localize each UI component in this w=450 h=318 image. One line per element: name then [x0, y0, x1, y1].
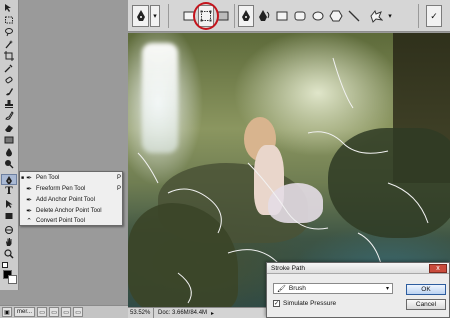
- stroke-path-dialog: Stroke Path x 🖌 Brush ▾ ✓ Simulate Press…: [266, 262, 450, 318]
- status-menu-arrow-icon[interactable]: ▸: [211, 310, 214, 317]
- separator: [234, 4, 235, 28]
- marquee-tool-icon[interactable]: [1, 14, 17, 25]
- move-tool-icon[interactable]: [1, 2, 17, 13]
- taskbar-window-icon[interactable]: ▭: [61, 307, 72, 317]
- flyout-item-label: Add Anchor Point Tool: [36, 197, 95, 203]
- dialog-title: Stroke Path: [267, 263, 449, 274]
- taskbar-window-icon[interactable]: ▭: [49, 307, 60, 317]
- eraser-icon[interactable]: [1, 122, 17, 133]
- pen-icon: ✒: [26, 175, 32, 182]
- flyout-item-shortcut: P: [116, 186, 121, 192]
- separator: [168, 4, 169, 28]
- separator: [418, 4, 419, 28]
- taskbar-window-icon[interactable]: ▭: [73, 307, 84, 317]
- taskbar-item-label: mer...: [17, 309, 33, 315]
- zoom-readout[interactable]: 53.52%: [128, 308, 154, 318]
- path-selection-icon[interactable]: [1, 198, 17, 209]
- start-icon[interactable]: ▣: [2, 307, 12, 317]
- flyout-item-convert-point-tool[interactable]: ⌃ Convert Point Tool: [20, 216, 122, 226]
- healing-brush-icon[interactable]: [1, 74, 17, 85]
- gradient-tool-icon[interactable]: [1, 134, 17, 145]
- lasso-tool-icon[interactable]: [1, 26, 17, 37]
- options-bar: ▾ ▾ ✓: [128, 0, 450, 32]
- rounded-rectangle-icon[interactable]: [292, 5, 308, 27]
- pen-tool-preset-icon[interactable]: [132, 5, 149, 27]
- flyout-item-pen-tool[interactable]: ■ ✒ Pen Tool P: [20, 173, 122, 183]
- crop-tool-icon[interactable]: [1, 50, 17, 61]
- taskbar-item[interactable]: mer...: [14, 307, 36, 317]
- doc-size-readout: Doc: 3.66M/84.4M: [158, 310, 208, 316]
- ellipse-icon[interactable]: [310, 5, 326, 27]
- freeform-pen-icon: ✒: [26, 186, 32, 193]
- flyout-item-freeform-pen-tool[interactable]: ✒ Freeform Pen Tool P: [20, 184, 122, 194]
- 3d-rotate-icon[interactable]: [1, 224, 17, 235]
- chevron-down-icon: ▾: [385, 286, 389, 292]
- tools-panel: T: [0, 0, 19, 290]
- tool-select[interactable]: 🖌 Brush ▾: [273, 283, 393, 294]
- flyout-item-label: Delete Anchor Point Tool: [36, 208, 102, 214]
- flyout-item-shortcut: P: [116, 175, 121, 181]
- simulate-pressure-row[interactable]: ✓ Simulate Pressure: [273, 300, 336, 307]
- polygon-icon[interactable]: [328, 5, 344, 27]
- simulate-pressure-checkbox[interactable]: ✓: [273, 300, 280, 307]
- hand-tool-icon[interactable]: [1, 236, 17, 247]
- add-anchor-icon: ✒: [26, 197, 32, 204]
- preset-dropdown-arrow-icon[interactable]: ▾: [150, 5, 160, 27]
- type-tool-icon[interactable]: T: [1, 186, 17, 197]
- taskbar-window-icon[interactable]: ▭: [37, 307, 48, 317]
- line-icon[interactable]: [346, 5, 362, 27]
- blur-tool-icon[interactable]: [1, 146, 17, 157]
- rectangle-tool-icon[interactable]: [1, 210, 17, 221]
- shape-dropdown-arrow-icon[interactable]: ▾: [386, 5, 394, 27]
- taskbar: ▣ mer... ▭ ▭ ▭ ▭: [0, 305, 128, 318]
- tool-select-value: Brush: [288, 285, 306, 292]
- flyout-item-label: Freeform Pen Tool: [36, 186, 86, 192]
- default-colors-icon[interactable]: [2, 262, 8, 268]
- cancel-button[interactable]: Cancel: [406, 299, 446, 310]
- close-icon[interactable]: x: [429, 264, 447, 273]
- convert-point-icon: ⌃: [26, 218, 32, 225]
- pen-tool-icon[interactable]: [1, 174, 17, 185]
- zoom-tool-icon[interactable]: [1, 248, 17, 259]
- freeform-pen-icon[interactable]: [256, 5, 272, 27]
- dodge-tool-icon[interactable]: [1, 158, 17, 169]
- history-brush-icon[interactable]: [1, 110, 17, 121]
- simulate-pressure-label: Simulate Pressure: [283, 300, 337, 307]
- flyout-item-label: Pen Tool: [36, 175, 60, 181]
- background-color-swatch[interactable]: [8, 275, 17, 284]
- flyout-item-label: Convert Point Tool: [36, 218, 85, 224]
- rectangle-shape-icon[interactable]: [274, 5, 290, 27]
- pen-icon[interactable]: [238, 5, 254, 27]
- custom-shape-icon[interactable]: [366, 5, 386, 27]
- eyedropper-icon[interactable]: [1, 62, 17, 73]
- flyout-item-delete-anchor-point-tool[interactable]: ✒ Delete Anchor Point Tool: [20, 206, 122, 216]
- flyout-item-add-anchor-point-tool[interactable]: ✒ Add Anchor Point Tool: [20, 195, 122, 205]
- status-bar: 53.52% Doc: 3.66M/84.4M ▸: [128, 307, 268, 318]
- brush-icon: 🖌: [277, 285, 286, 293]
- magic-wand-icon[interactable]: [1, 38, 17, 49]
- ok-button[interactable]: OK: [406, 284, 446, 295]
- paths-mode-highlight-circle: [193, 2, 219, 30]
- brush-tool-icon[interactable]: [1, 86, 17, 97]
- pen-tool-flyout-menu: ■ ✒ Pen Tool P ✒ Freeform Pen Tool P ✒ A…: [19, 171, 123, 226]
- clone-stamp-icon[interactable]: [1, 98, 17, 109]
- delete-anchor-icon: ✒: [26, 208, 32, 215]
- auto-add-delete-checkbox[interactable]: ✓: [426, 5, 442, 27]
